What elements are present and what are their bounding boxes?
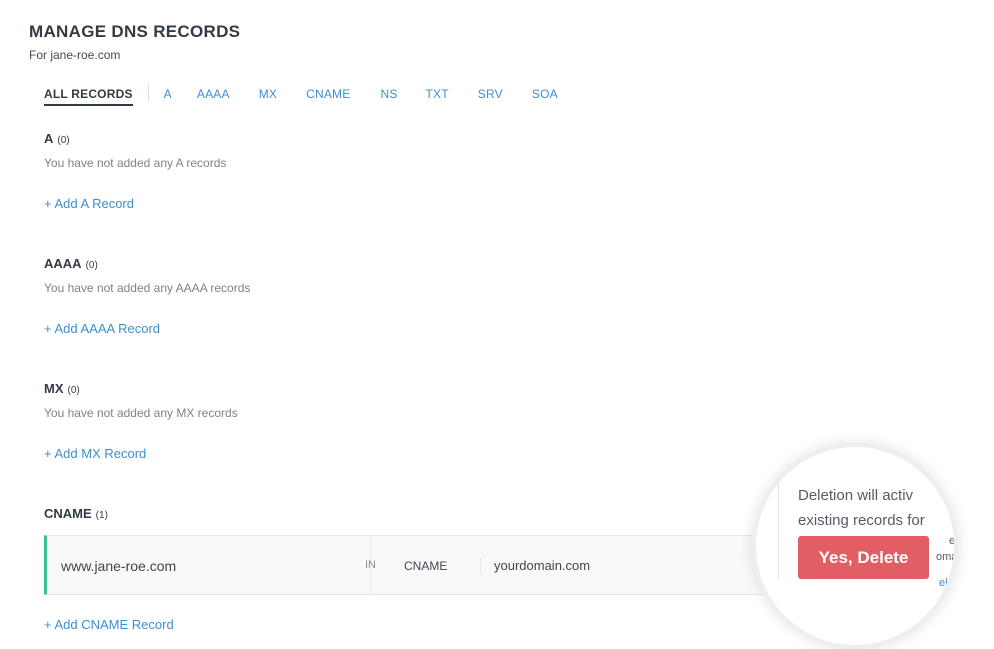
record-type-tabs: ALL RECORDS A AAAA MX CNAME NS TXT SRV S… — [44, 84, 558, 107]
section-count-a: (0) — [57, 135, 70, 146]
tab-ns[interactable]: NS — [380, 87, 397, 106]
section-title-a: A (0) — [44, 131, 70, 146]
record-separator — [480, 558, 481, 574]
empty-message-a: You have not added any A records — [44, 156, 227, 170]
tab-cname[interactable]: CNAME — [306, 87, 350, 106]
section-title-cname: CNAME (1) — [44, 506, 108, 521]
tab-srv[interactable]: SRV — [478, 87, 503, 106]
tab-divider — [147, 84, 149, 102]
tab-aaaa[interactable]: AAAA — [197, 87, 230, 106]
cancel-link-fragment[interactable]: el — [939, 577, 948, 589]
record-type: CNAME — [404, 559, 448, 573]
popover-border — [778, 477, 779, 579]
add-a-record-link[interactable]: + Add A Record — [44, 196, 134, 211]
record-class: IN — [365, 559, 376, 571]
delete-warning-line-2: existing records for — [798, 512, 925, 529]
popover-edge-text: e — [949, 535, 956, 547]
delete-warning-line-1: Deletion will activ — [798, 487, 914, 504]
page-title: MANAGE DNS RECORDS — [29, 22, 241, 41]
section-title-aaaa: AAAA (0) — [44, 256, 98, 271]
page-subtitle: For jane-roe.com — [29, 48, 121, 62]
section-title-mx-label: MX — [44, 381, 64, 396]
add-mx-record-link[interactable]: + Add MX Record — [44, 446, 146, 461]
tab-txt[interactable]: TXT — [426, 87, 449, 106]
add-cname-record-link[interactable]: + Add CNAME Record — [44, 617, 174, 632]
tab-all-records[interactable]: ALL RECORDS — [44, 87, 133, 106]
tab-mx[interactable]: MX — [259, 87, 277, 106]
record-hostname: www.jane-roe.com — [61, 558, 177, 574]
section-title-mx: MX (0) — [44, 381, 80, 396]
section-count-aaaa: (0) — [85, 260, 98, 271]
yes-delete-button[interactable]: Yes, Delete — [798, 536, 929, 579]
section-count-cname: (1) — [95, 510, 108, 521]
section-title-aaaa-label: AAAA — [44, 256, 82, 271]
section-title-a-label: A — [44, 131, 54, 146]
section-count-mx: (0) — [67, 385, 80, 396]
add-aaaa-record-link[interactable]: + Add AAAA Record — [44, 321, 160, 336]
tab-soa[interactable]: SOA — [532, 87, 558, 106]
empty-message-aaaa: You have not added any AAAA records — [44, 281, 251, 295]
empty-message-mx: You have not added any MX records — [44, 406, 238, 420]
cname-record-row[interactable]: www.jane-roe.com IN CNAME yourdomain.com — [44, 535, 780, 595]
section-title-cname-label: CNAME — [44, 506, 92, 521]
record-value: yourdomain.com — [494, 558, 591, 573]
popover-edge-text: omain. — [936, 551, 958, 563]
tab-a[interactable]: A — [164, 87, 172, 106]
delete-confirmation-magnifier: Deletion will activ existing records for… — [752, 443, 958, 649]
